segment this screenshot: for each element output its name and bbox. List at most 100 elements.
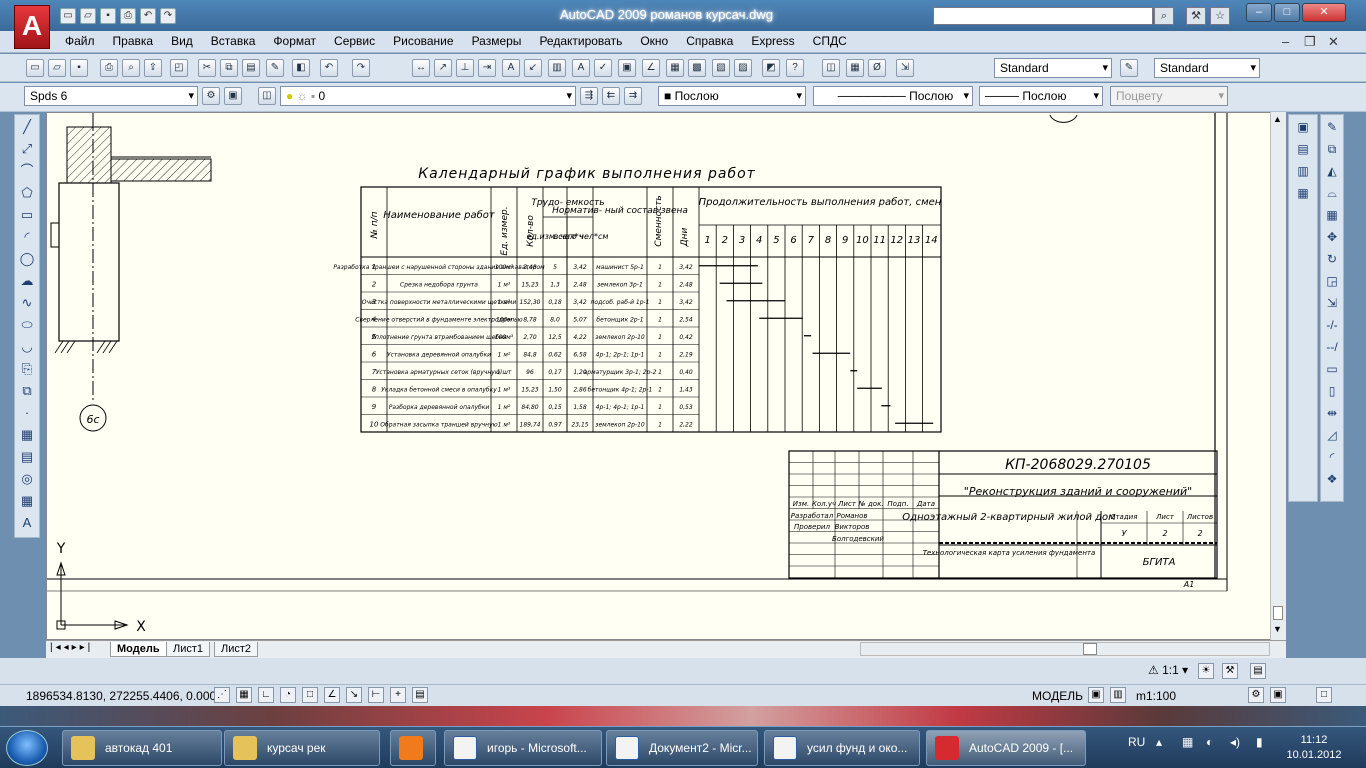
workspace-switch-icon[interactable]: ⚙ [1248,687,1264,703]
redo-icon[interactable]: ↷ [160,8,176,24]
plot-preview-icon[interactable]: ⌕ [122,59,140,77]
drawing-canvas[interactable]: 6с Календарный график выполнения работ №… [46,112,1284,640]
layout-viewport2-icon[interactable]: ▤ [1291,139,1315,159]
menu-item[interactable]: Express [742,34,803,48]
explode-icon[interactable]: ❖ [1322,469,1342,489]
point-icon[interactable]: · [16,403,38,423]
tab-layout2[interactable]: Лист2 [214,642,259,657]
move-icon[interactable]: ✥ [1322,227,1342,247]
dim-style-icon[interactable]: ✎ [1120,59,1138,77]
hatch-icon[interactable]: ▦ [16,425,38,445]
favorites-icon[interactable]: ☆ [1210,7,1230,25]
insert-block-icon[interactable]: ⎘ [16,359,38,379]
menu-item[interactable]: Файл [56,34,104,48]
vertical-scrollbar[interactable]: ▲ ▼ [1270,112,1286,640]
fillet-icon[interactable]: ◜ [1322,447,1342,467]
dim-ordinate-icon[interactable]: ⊥ [456,59,474,77]
leader-icon[interactable]: ↙ [524,59,542,77]
quick-view-layouts-icon[interactable]: ▣ [1088,687,1104,703]
make-block-icon[interactable]: ⧉ [16,381,38,401]
dyn-icon[interactable]: ⊢ [368,687,384,703]
tab-layout1[interactable]: Лист1 [166,642,211,657]
network-icon[interactable]: ▦ [1182,735,1193,749]
status-menu-icon[interactable]: ▤ [1250,663,1266,679]
extend-icon[interactable]: --/ [1322,337,1342,357]
design-center-icon[interactable]: ▩ [688,59,706,77]
spell-icon[interactable]: ✓ [594,59,612,77]
arc-icon[interactable]: ◜ [16,227,38,247]
menu-item[interactable]: Рисование [384,34,462,48]
app-menu-button[interactable]: A [14,5,50,49]
sheet-set-icon[interactable]: ▨ [734,59,752,77]
scale-icon[interactable]: ◲ [1322,271,1342,291]
paste-icon[interactable]: ▤ [242,59,260,77]
print-icon[interactable]: ⎙ [120,8,136,24]
menu-item[interactable]: Формат [264,34,325,48]
lock-icon[interactable]: ▣ [1270,687,1286,703]
menu-item[interactable]: Размеры [463,34,531,48]
menu-item[interactable]: Справка [677,34,742,48]
exit-icon[interactable]: ⇲ [896,59,914,77]
doc-restore-button[interactable]: ❐ [1304,34,1316,50]
open-icon[interactable]: ▱ [80,8,96,24]
redo-icon[interactable]: ↷ [352,59,370,77]
scroll-down-icon[interactable]: ▼ [1273,624,1282,634]
workspace-select[interactable]: Spds 6 [24,86,198,106]
workspace-lock-icon[interactable]: ▣ [224,87,242,105]
erase-icon[interactable]: ✎ [1322,117,1342,137]
search-icon[interactable]: ⌕ [1154,7,1174,25]
taskbar-item-autocad[interactable]: AutoCAD 2009 - [... [926,730,1086,766]
copy-object-icon[interactable]: ⧉ [1322,139,1342,159]
gradient-icon[interactable]: ▤ [16,447,38,467]
layout-viewport-icon[interactable]: ▣ [1291,117,1315,137]
rotate-icon[interactable]: ↻ [1322,249,1342,269]
chamfer-icon[interactable]: ◿ [1322,425,1342,445]
menu-item[interactable]: Окно [631,34,677,48]
polar-icon[interactable]: ◔ [280,687,296,703]
close-button[interactable]: ✕ [1302,3,1346,22]
mirror-icon[interactable]: ◭ [1322,161,1342,181]
layout-viewport4-icon[interactable]: ▦ [1291,183,1315,203]
break-at-point-icon[interactable]: ▭ [1322,359,1342,379]
taskbar-item-word1[interactable]: игорь - Microsoft... [444,730,602,766]
tab-model[interactable]: Модель [110,642,167,657]
layer-match-icon[interactable]: ⇉ [624,87,642,105]
text-icon[interactable]: A [502,59,520,77]
line-icon[interactable]: ╱ [16,117,38,137]
stretch-icon[interactable]: ⇲ [1322,293,1342,313]
taskbar-item-media[interactable] [390,730,436,766]
plotstyle-select[interactable]: Поцвету [1110,86,1228,106]
help-icon[interactable]: ? [786,59,804,77]
doc-minimize-button[interactable]: – [1282,34,1289,49]
layer-select[interactable]: ● ☼ ▪ 0 [280,86,576,106]
dim-style-select[interactable]: Standard [1154,58,1260,78]
revcloud-icon[interactable]: ☁ [16,271,38,291]
lineweight-icon[interactable]: + [390,687,406,703]
publish-icon[interactable]: ⇪ [144,59,162,77]
dim-linear-icon[interactable]: ↔ [412,59,430,77]
calculator-icon[interactable]: ▦ [846,59,864,77]
layer-previous-icon[interactable]: ⇇ [602,87,620,105]
ortho-icon[interactable]: ∟ [258,687,274,703]
scale-readout[interactable]: m1:100 [1136,689,1176,703]
polygon-icon[interactable]: ⬠ [16,183,38,203]
join-icon[interactable]: ⇹ [1322,403,1342,423]
maximize-button[interactable]: □ [1274,3,1300,22]
ellipse-arc-icon[interactable]: ◡ [16,337,38,357]
make-current-layer-icon[interactable]: ⇶ [580,87,598,105]
array-icon[interactable]: ▦ [1322,205,1342,225]
otrack-icon[interactable]: ∠ [324,687,340,703]
layer-states-icon[interactable]: ◫ [822,59,840,77]
taskbar-item-word2[interactable]: Документ2 - Micr... [606,730,758,766]
annotation-scale[interactable]: ⚠ 1:1 ▾ [1148,663,1188,677]
cut-icon[interactable]: ✂ [198,59,216,77]
plot-icon[interactable]: ⎙ [100,59,118,77]
trim-icon[interactable]: -/- [1322,315,1342,335]
dim-baseline-icon[interactable]: ⇥ [478,59,496,77]
annotation-visibility-icon[interactable]: ☀ [1198,663,1214,679]
communication-icon[interactable]: ⚒ [1186,7,1206,25]
auto-scale-icon[interactable]: ⚒ [1222,663,1238,679]
table-icon[interactable]: ▦ [16,491,38,511]
offset-icon[interactable]: ⌓ [1322,183,1342,203]
spline-icon[interactable]: ∿ [16,293,38,313]
